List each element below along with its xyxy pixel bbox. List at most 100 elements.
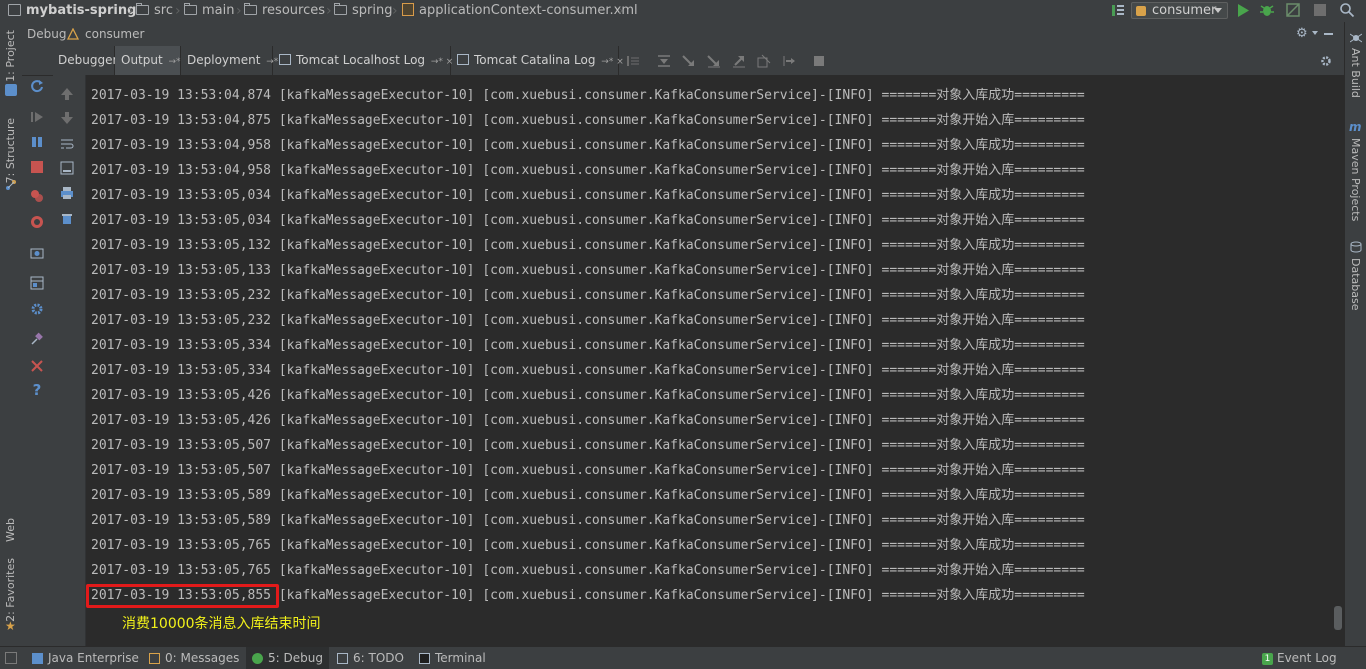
tab-todo[interactable]: 6: TODO (337, 647, 404, 669)
log-line: 2017-03-19 13:53:05,334 [kafkaMessageExe… (91, 338, 1085, 353)
build-project-icon[interactable] (1111, 3, 1125, 18)
right-tool-stripe: Ant Build m Maven Projects Database (1344, 22, 1366, 646)
tab-messages[interactable]: 0: Messages (149, 647, 239, 669)
maven-projects-tool-button[interactable]: Maven Projects (1349, 138, 1362, 221)
debug-tabs-bar: Debugger Output →* Deployment →* Tomcat … (22, 46, 1344, 76)
log-line: 2017-03-19 13:53:05,426 [kafkaMessageExe… (91, 413, 1085, 428)
log-line: 2017-03-19 13:53:05,765 [kafkaMessageExe… (91, 563, 1085, 578)
mute-breakpoints-icon[interactable] (30, 215, 44, 229)
output-toolbar (53, 75, 86, 646)
tab-event-log[interactable]: 1 Event Log (1262, 647, 1337, 669)
pin-icon[interactable] (30, 332, 44, 346)
breadcrumb-src[interactable]: src (136, 0, 173, 22)
get-thread-dump-icon[interactable] (30, 246, 44, 260)
scrollbar-thumb[interactable] (1334, 606, 1342, 630)
tab-java-enterprise[interactable]: Java Enterprise (32, 647, 139, 669)
folder-icon (184, 3, 197, 15)
annotation-text: 消费10000条消息入库结束时间 (122, 616, 321, 632)
debug-icon[interactable] (1259, 2, 1275, 18)
tab-close-icon[interactable]: →* × (431, 57, 453, 67)
vertical-scrollbar[interactable] (1331, 80, 1344, 632)
scroll-to-end-icon[interactable] (60, 161, 74, 175)
structure-tool-button[interactable]: 7: Structure (4, 118, 17, 183)
config-icon (66, 27, 80, 40)
run-icon[interactable] (1236, 3, 1250, 18)
tab-tomcat-catalina-log[interactable]: Tomcat Catalina Log →* × (451, 46, 624, 75)
config-icon (1136, 6, 1146, 16)
log-line: 2017-03-19 13:53:05,334 [kafkaMessageExe… (91, 363, 1085, 378)
breadcrumb-resources[interactable]: resources (244, 0, 325, 22)
settings-icon[interactable] (30, 302, 44, 316)
run-to-cursor-icon[interactable] (782, 54, 796, 68)
refresh-icon[interactable] (30, 79, 44, 93)
log-line: 2017-03-19 13:53:04,875 [kafkaMessageExe… (91, 113, 1085, 128)
arrow-up-icon[interactable] (60, 87, 74, 101)
pause-icon[interactable] (30, 135, 44, 149)
database-icon (1350, 241, 1362, 253)
print-icon[interactable] (60, 186, 74, 200)
tab-output[interactable]: Output →* (115, 46, 181, 75)
web-tool-button[interactable]: Web (4, 518, 17, 542)
log-line: 2017-03-19 13:53:04,958 [kafkaMessageExe… (91, 163, 1085, 178)
chevron-down-icon[interactable] (1312, 31, 1318, 35)
step-into-icon[interactable] (682, 54, 696, 68)
trash-icon[interactable] (60, 211, 74, 225)
breadcrumb-project[interactable]: mybatis-spring (8, 0, 136, 22)
toggle-tool-windows-icon[interactable] (5, 652, 17, 664)
chevron-down-icon (1214, 8, 1222, 13)
force-step-into-icon[interactable] (707, 54, 721, 68)
drop-frame-icon[interactable] (757, 54, 771, 68)
module-icon (8, 4, 21, 16)
resume-icon[interactable] (30, 110, 44, 124)
step-over-icon[interactable] (657, 54, 671, 68)
ant-build-tool-button[interactable]: Ant Build (1349, 48, 1362, 98)
left-tool-stripe: 1: Project 7: Structure Web 2: Favorites… (0, 22, 23, 646)
close-icon[interactable] (30, 359, 44, 373)
log-line: 2017-03-19 13:53:05,034 [kafkaMessageExe… (91, 213, 1085, 228)
log-line: 2017-03-19 13:53:05,426 [kafkaMessageExe… (91, 388, 1085, 403)
debug-actions-toolbar: ? (22, 46, 54, 646)
help-icon[interactable]: ? (30, 383, 44, 398)
database-tool-button[interactable]: Database (1349, 258, 1362, 311)
evaluate-expression-icon[interactable] (812, 54, 826, 68)
log-line: 2017-03-19 13:53:05,507 [kafkaMessageExe… (91, 438, 1085, 453)
breadcrumb-file[interactable]: applicationContext-consumer.xml (402, 0, 638, 22)
gear-icon[interactable] (1319, 54, 1333, 68)
log-line: 2017-03-19 13:53:05,133 [kafkaMessageExe… (91, 263, 1085, 278)
gear-icon[interactable]: ⚙ (1296, 27, 1310, 41)
breadcrumb-separator: › (128, 3, 134, 19)
log-line: 2017-03-19 13:53:05,765 [kafkaMessageExe… (91, 538, 1085, 553)
favorites-tool-button[interactable]: 2: Favorites (4, 558, 17, 622)
breadcrumb-main[interactable]: main (184, 0, 234, 22)
tab-tomcat-localhost-log[interactable]: Tomcat Localhost Log →* × (273, 46, 453, 75)
tab-debugger[interactable]: Debugger (53, 46, 117, 75)
tab-debug[interactable]: 5: Debug (246, 647, 329, 669)
view-breakpoints-icon[interactable] (30, 189, 44, 203)
coverage-icon[interactable] (1285, 2, 1301, 18)
restore-layout-icon[interactable] (30, 276, 44, 290)
stop-icon[interactable] (1313, 3, 1327, 17)
tab-deployment[interactable]: Deployment →* (181, 46, 278, 75)
console-output[interactable]: 2017-03-19 13:53:04,874 [kafkaMessageExe… (86, 80, 1331, 632)
folder-icon (334, 3, 347, 15)
breadcrumb-spring[interactable]: spring (334, 0, 392, 22)
hide-icon[interactable] (1324, 33, 1333, 35)
step-out-icon[interactable] (732, 54, 746, 68)
tab-terminal[interactable]: Terminal (419, 647, 486, 669)
navigation-bar: mybatis-spring › src › main › resources … (0, 0, 1366, 23)
star-icon: ★ (5, 619, 16, 633)
soft-wrap-icon[interactable] (60, 137, 74, 151)
run-configuration-select[interactable]: consumer (1131, 2, 1228, 19)
log-file-icon (279, 54, 291, 65)
stop-icon[interactable] (30, 160, 44, 174)
show-execution-point-icon[interactable] (626, 54, 640, 68)
search-icon[interactable] (1339, 2, 1355, 18)
arrow-down-icon[interactable] (60, 111, 74, 125)
project-tool-button[interactable]: 1: Project (4, 30, 17, 82)
messages-icon (149, 653, 160, 664)
breadcrumb-separator: › (175, 3, 181, 19)
todo-icon (337, 653, 348, 664)
debug-session-name[interactable]: consumer (85, 22, 144, 46)
log-line: 2017-03-19 13:53:05,507 [kafkaMessageExe… (91, 463, 1085, 478)
tab-close-icon[interactable]: →* × (601, 57, 623, 67)
